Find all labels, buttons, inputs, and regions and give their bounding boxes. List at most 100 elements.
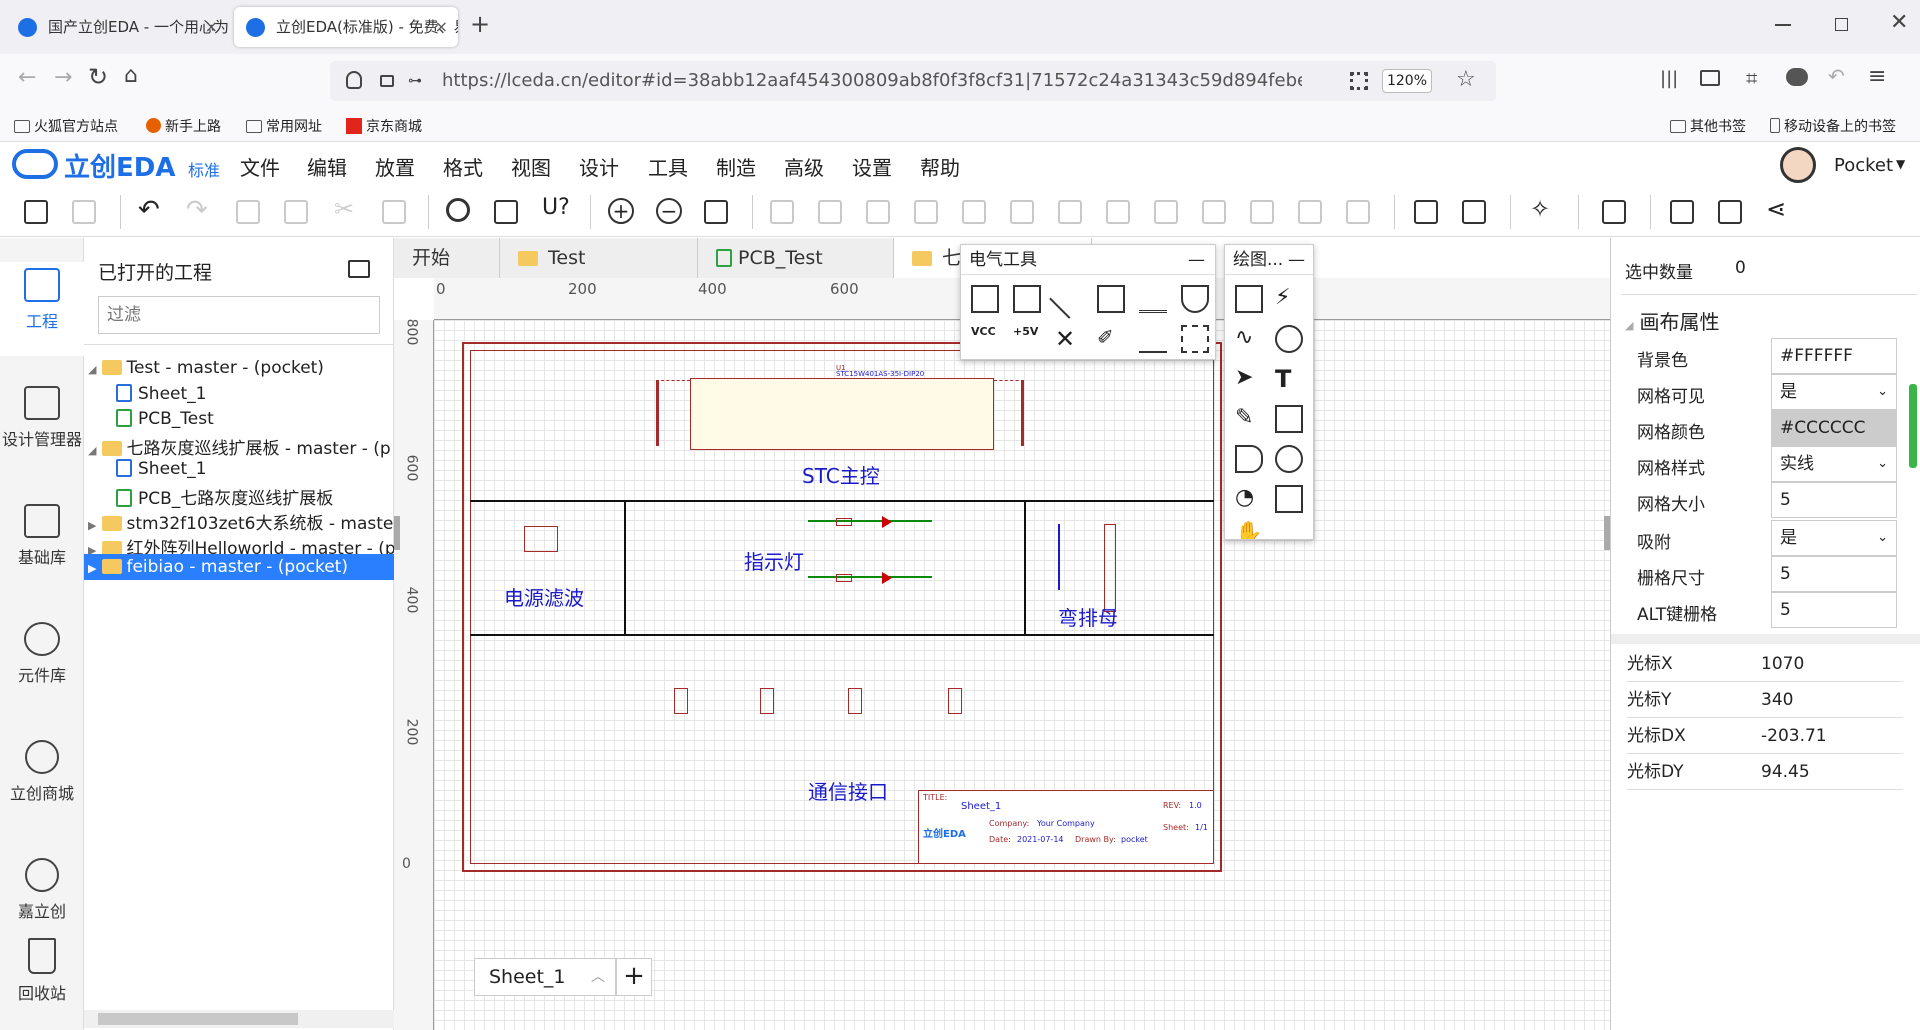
align-center-v-icon[interactable] bbox=[1202, 200, 1226, 224]
tree-item-project[interactable]: ◢ Test - master - (pocket) bbox=[88, 358, 324, 378]
rectangle-icon[interactable] bbox=[1275, 405, 1303, 433]
tree-item-sheet[interactable]: Sheet_1 bbox=[116, 384, 206, 404]
shield-icon[interactable] bbox=[346, 71, 362, 89]
fit-view-icon[interactable] bbox=[704, 200, 728, 224]
address-bar[interactable]: ⊶ https://lceda.cn/editor#id=38abb12aaf4… bbox=[330, 61, 1496, 101]
mcu-symbol[interactable] bbox=[690, 378, 994, 450]
led-symbol[interactable] bbox=[882, 572, 892, 584]
menu-design[interactable]: 设计 bbox=[579, 152, 619, 181]
collapse-icon[interactable]: — bbox=[1288, 245, 1305, 275]
chevron-down-icon[interactable]: ⌄ bbox=[1877, 447, 1888, 481]
menu-fabrication[interactable]: 制造 bbox=[716, 152, 756, 181]
export-image-icon[interactable] bbox=[1414, 200, 1438, 224]
tree-item-pcb[interactable]: PCB_Test bbox=[116, 409, 214, 429]
alt-snap-input[interactable]: 5 bbox=[1771, 592, 1897, 628]
arrow-icon[interactable]: ➤ bbox=[1235, 365, 1263, 393]
schematic-canvas[interactable]: U1 STC15W401AS-35I-DIP20 STC主控 电源滤波 指示灯 … bbox=[434, 320, 1610, 1030]
bookmark-mobile[interactable]: 移动设备上的书签 bbox=[1770, 116, 1896, 136]
wire-tool-icon[interactable] bbox=[971, 285, 999, 313]
menu-format[interactable]: 格式 bbox=[443, 152, 483, 181]
menu-advanced[interactable]: 高级 bbox=[784, 152, 824, 181]
menu-settings[interactable]: 设置 bbox=[852, 152, 892, 181]
horizontal-scrollbar[interactable] bbox=[84, 1010, 394, 1028]
probe-icon[interactable]: ✐ bbox=[1097, 325, 1125, 353]
avatar[interactable] bbox=[1780, 147, 1816, 183]
pin-header-symbol[interactable] bbox=[1104, 524, 1116, 612]
align-right-icon[interactable] bbox=[1010, 200, 1034, 224]
splitter-handle[interactable] bbox=[394, 516, 400, 550]
reader-view-icon[interactable] bbox=[1700, 70, 1720, 86]
align-top-icon[interactable] bbox=[1058, 200, 1082, 224]
expand-arrow-icon[interactable]: ◢ bbox=[1625, 319, 1633, 332]
bus-tool-icon[interactable] bbox=[1013, 285, 1041, 313]
menu-help[interactable]: 帮助 bbox=[920, 152, 960, 181]
collapsed-arrow-icon[interactable]: ▶ bbox=[88, 519, 96, 532]
tree-item-project-selected[interactable]: ▶ feibiao - master - (pocket) bbox=[84, 554, 394, 580]
tab-pcb-test[interactable]: PCB_Test bbox=[698, 238, 894, 278]
bookmark-item[interactable]: 火狐官方站点 bbox=[14, 116, 118, 136]
tree-item-sheet[interactable]: Sheet_1 bbox=[116, 459, 206, 479]
led-symbol[interactable] bbox=[882, 516, 892, 528]
vcc-icon[interactable]: VCC bbox=[971, 325, 999, 353]
bom-icon[interactable] bbox=[1602, 200, 1626, 224]
tree-item-project[interactable]: ▶ stm32f103zet6大系统板 - master bbox=[88, 509, 394, 534]
image-frame-icon[interactable] bbox=[1235, 285, 1263, 313]
circle-icon[interactable] bbox=[1275, 445, 1303, 473]
rotate-left-icon[interactable] bbox=[770, 200, 794, 224]
share-icon[interactable]: ⋖ bbox=[1766, 195, 1786, 223]
search-icon[interactable] bbox=[446, 198, 470, 222]
zoom-out-icon[interactable]: − bbox=[656, 198, 682, 224]
zoom-in-icon[interactable]: + bbox=[608, 198, 634, 224]
tab-start[interactable]: 开始 bbox=[394, 238, 500, 278]
close-tab-icon[interactable]: × bbox=[205, 7, 218, 47]
redo-icon[interactable]: ↷ bbox=[186, 195, 208, 225]
chevron-down-icon[interactable]: ⌄ bbox=[1877, 521, 1888, 555]
connector-symbol[interactable] bbox=[674, 688, 688, 714]
back-icon[interactable]: ← bbox=[18, 65, 36, 90]
undo-icon[interactable]: ↶ bbox=[138, 195, 160, 225]
align-grid-icon[interactable] bbox=[1346, 200, 1370, 224]
close-window-icon[interactable]: ✕ bbox=[1890, 10, 1908, 35]
menu-edit[interactable]: 编辑 bbox=[307, 152, 347, 181]
menu-view[interactable]: 视图 bbox=[511, 152, 551, 181]
find-list-icon[interactable] bbox=[494, 200, 518, 224]
flip-vertical-icon[interactable] bbox=[914, 200, 938, 224]
home-icon[interactable]: ⌂ bbox=[124, 63, 138, 88]
minimize-icon[interactable] bbox=[1775, 24, 1791, 26]
hand-pan-icon[interactable]: ✋ bbox=[1235, 521, 1263, 539]
ground-icon[interactable] bbox=[1139, 285, 1167, 313]
snap-select[interactable]: 是 ⌄ bbox=[1771, 520, 1897, 556]
flip-horizontal-icon[interactable] bbox=[866, 200, 890, 224]
filter-input[interactable] bbox=[98, 296, 380, 334]
paste-icon[interactable] bbox=[284, 200, 308, 224]
bookmark-item[interactable]: 新手上路 bbox=[146, 116, 221, 136]
text-icon[interactable]: T bbox=[1275, 365, 1303, 393]
pointer-star-icon[interactable]: ✧ bbox=[1530, 195, 1550, 223]
expand-arrow-icon[interactable]: ◢ bbox=[88, 444, 96, 457]
bookmark-item[interactable]: 京东商城 bbox=[346, 116, 422, 136]
connector-symbol[interactable] bbox=[848, 688, 862, 714]
zoom-level[interactable]: 120% bbox=[1382, 69, 1432, 93]
layers-icon[interactable] bbox=[1718, 200, 1742, 224]
menu-file[interactable]: 文件 bbox=[240, 152, 280, 181]
undo-close-icon[interactable]: ↶ bbox=[1828, 64, 1845, 88]
menu-tools[interactable]: 工具 bbox=[648, 152, 688, 181]
connector-symbol[interactable] bbox=[948, 688, 962, 714]
polyline-icon[interactable]: ⚡ bbox=[1275, 285, 1303, 313]
browser-tab-1[interactable]: 国产立创EDA - 一个用心为中国 × bbox=[6, 7, 228, 47]
browser-tab-2-active[interactable]: 立创EDA(标准版) - 免费、易用 × bbox=[234, 7, 458, 47]
plus5v-icon[interactable]: +5V bbox=[1013, 325, 1041, 353]
snap-size-input[interactable]: 5 bbox=[1771, 556, 1897, 592]
capacitor-symbol[interactable] bbox=[524, 526, 558, 552]
rail-component-library[interactable]: 元件库 bbox=[0, 622, 84, 686]
arc-icon[interactable] bbox=[1275, 325, 1303, 353]
add-sheet-button[interactable]: + bbox=[616, 958, 652, 996]
rail-recycle-bin[interactable]: 回收站 bbox=[0, 938, 84, 1004]
qr-code-icon[interactable] bbox=[1350, 72, 1368, 90]
tree-item-pcb[interactable]: PCB_七路灰度巡线扩展板 bbox=[116, 484, 333, 509]
restore-icon[interactable] bbox=[1835, 18, 1848, 31]
no-connect-icon[interactable]: ✕ bbox=[1055, 325, 1083, 353]
group-icon[interactable] bbox=[1181, 325, 1209, 353]
scrollbar-thumb[interactable] bbox=[98, 1013, 298, 1025]
bookmark-star-icon[interactable]: ☆ bbox=[1456, 67, 1476, 92]
